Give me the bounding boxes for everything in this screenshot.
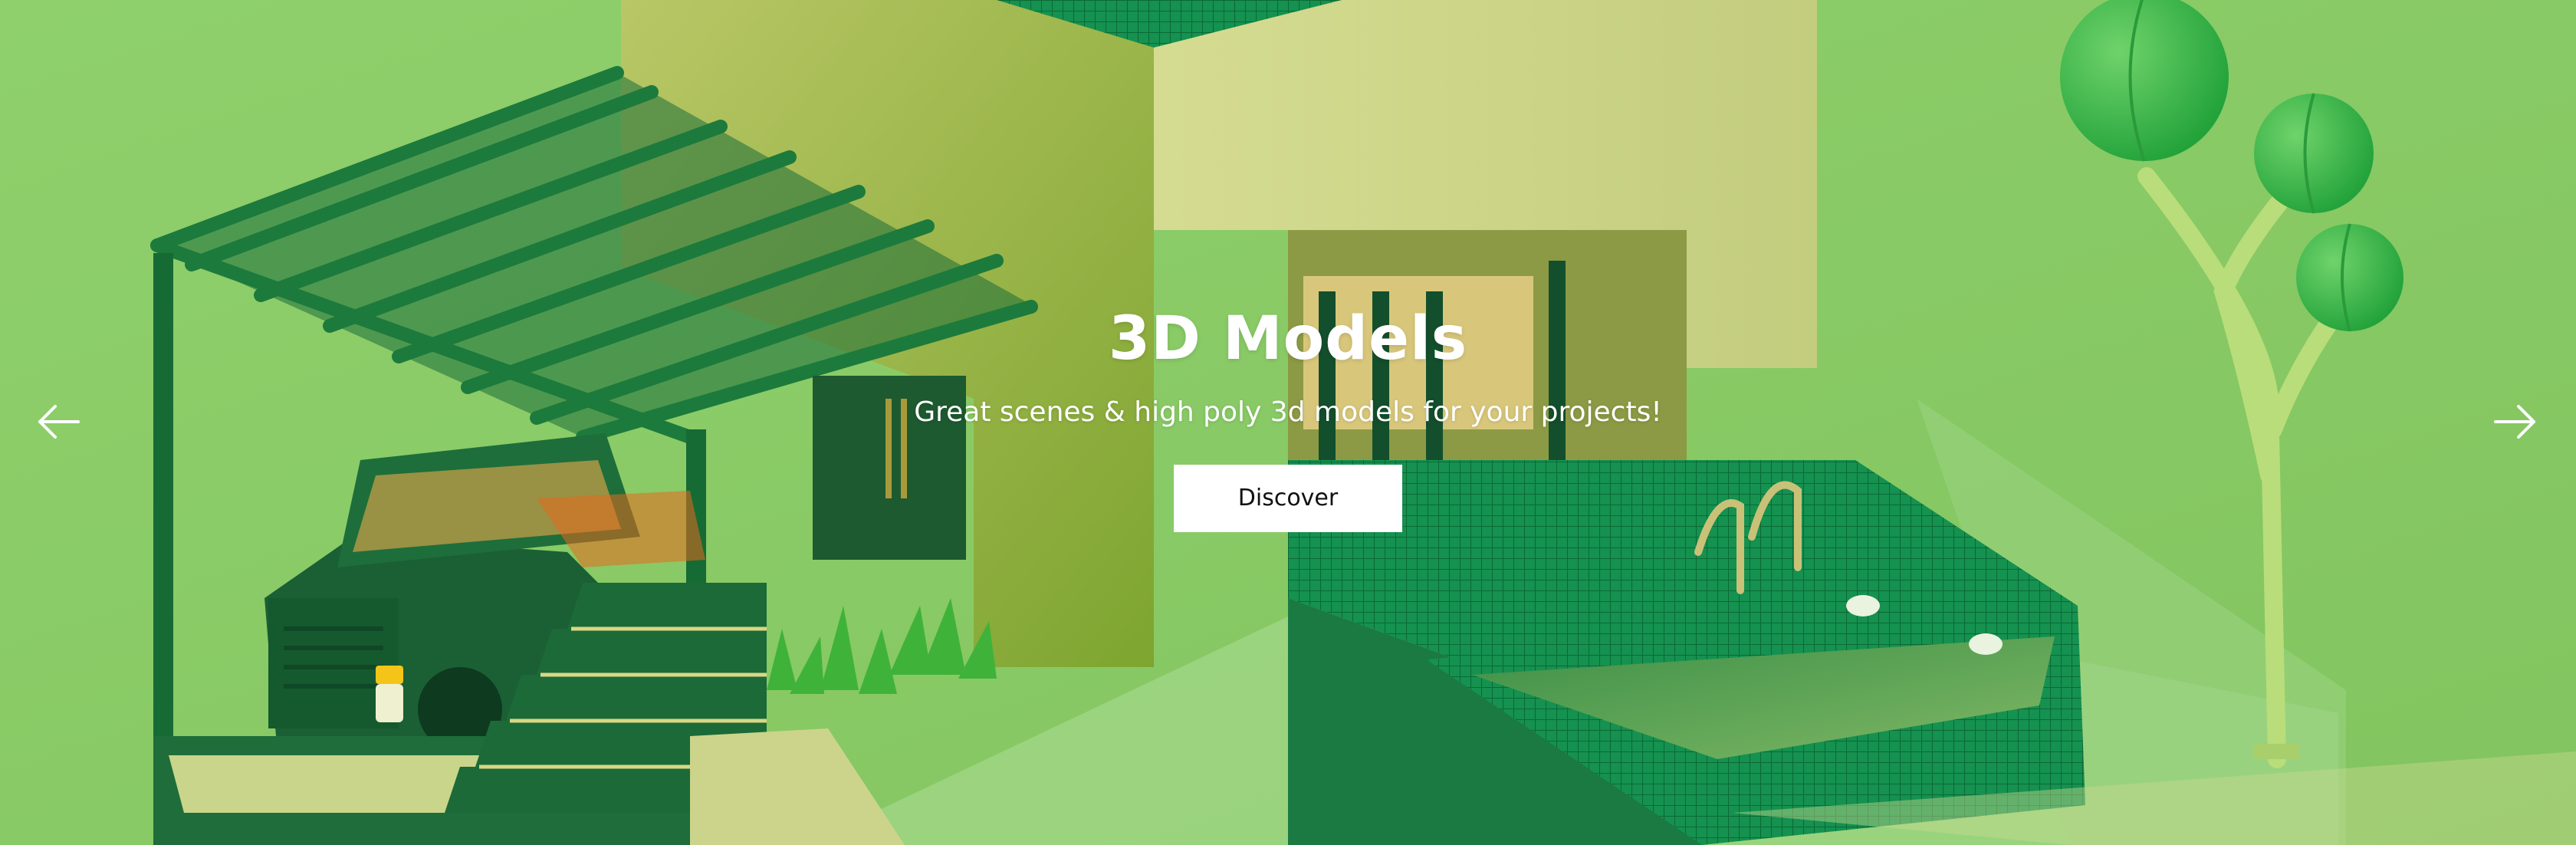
arrow-left-icon [38,405,80,439]
hero-slider: 3D Models Great scenes & high poly 3d mo… [0,0,2576,845]
hero-subtitle: Great scenes & high poly 3d models for y… [914,396,1662,428]
discover-button[interactable]: Discover [1174,465,1402,532]
hero-content: 3D Models Great scenes & high poly 3d mo… [0,301,2576,532]
arrow-right-icon [2494,405,2535,439]
slider-prev-button[interactable] [32,395,86,449]
slider-next-button[interactable] [2488,395,2542,449]
hero-title: 3D Models [1108,304,1468,373]
